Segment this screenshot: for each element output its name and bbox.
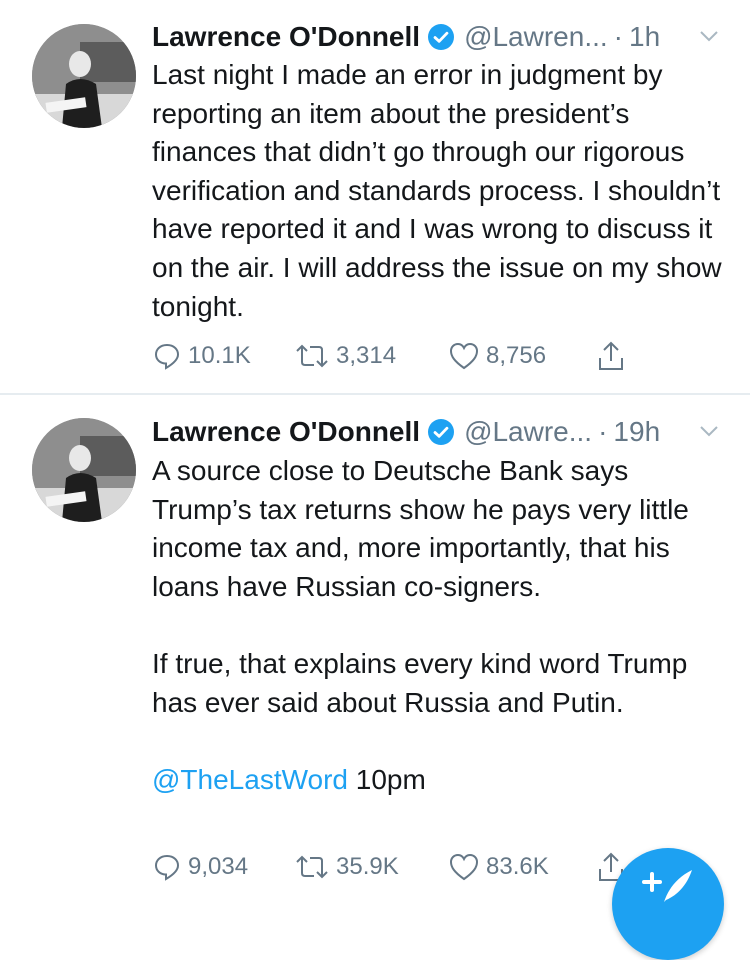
- compose-tweet-icon: [642, 870, 692, 902]
- reply-count: 9,034: [188, 853, 249, 880]
- author-name[interactable]: Lawrence O'Donnell: [152, 416, 420, 448]
- avatar[interactable]: [32, 24, 136, 128]
- author-name[interactable]: Lawrence O'Donnell: [152, 21, 420, 53]
- like-button[interactable]: 8,756: [448, 341, 596, 371]
- tweet-text-suffix: 10pm: [348, 763, 426, 795]
- mention-link[interactable]: @TheLastWord: [152, 764, 348, 795]
- like-icon: [449, 853, 479, 881]
- like-count: 8,756: [486, 342, 547, 369]
- verified-badge-icon: [428, 419, 455, 445]
- retweet-count: 35.9K: [336, 853, 399, 880]
- tweet-actions: 9,034 35.9K 83.6K: [152, 847, 626, 887]
- retweet-count: 3,314: [336, 342, 397, 369]
- tweet-2[interactable]: Lawrence O'Donnell @Lawre... · 19h A sou…: [0, 395, 750, 905]
- reply-button[interactable]: 10.1K: [152, 341, 294, 371]
- reply-button[interactable]: 9,034: [152, 852, 294, 882]
- retweet-icon: [296, 344, 328, 368]
- like-count: 83.6K: [486, 853, 549, 880]
- compose-tweet-button[interactable]: [612, 848, 724, 960]
- chevron-down-icon[interactable]: [698, 25, 720, 47]
- retweet-button[interactable]: 35.9K: [294, 852, 448, 882]
- tweet-text: Last night I made an error in judgment b…: [152, 59, 722, 322]
- separator-dot: ·: [613, 21, 623, 52]
- like-button[interactable]: 83.6K: [448, 852, 596, 882]
- tweet-1[interactable]: Lawrence O'Donnell @Lawren... · 1h Last …: [0, 0, 750, 394]
- reply-icon: [154, 854, 180, 881]
- tweet-actions: 10.1K 3,314 8,756: [152, 336, 626, 376]
- tweet-text-body: A source close to Deutsche Bank says Tru…: [152, 455, 689, 718]
- share-button[interactable]: [596, 340, 626, 372]
- share-icon: [599, 341, 623, 370]
- tweet-header: Lawrence O'Donnell @Lawren... · 1h: [152, 19, 720, 55]
- separator-dot: ·: [598, 416, 608, 447]
- author-handle[interactable]: @Lawre...: [464, 416, 592, 448]
- retweet-button[interactable]: 3,314: [294, 341, 448, 371]
- avatar[interactable]: [32, 418, 136, 522]
- like-icon: [449, 342, 479, 370]
- reply-icon: [154, 343, 180, 370]
- chevron-down-icon[interactable]: [698, 420, 720, 442]
- tweet-text: A source close to Deutsche Bank says Tru…: [152, 452, 732, 799]
- timestamp[interactable]: 19h: [613, 416, 660, 448]
- author-handle[interactable]: @Lawren...: [464, 21, 608, 53]
- retweet-icon: [296, 855, 328, 879]
- verified-badge-icon: [428, 24, 455, 50]
- reply-count: 10.1K: [188, 342, 251, 369]
- timestamp[interactable]: 1h: [629, 21, 660, 53]
- tweet-header: Lawrence O'Donnell @Lawre... · 19h: [152, 414, 720, 450]
